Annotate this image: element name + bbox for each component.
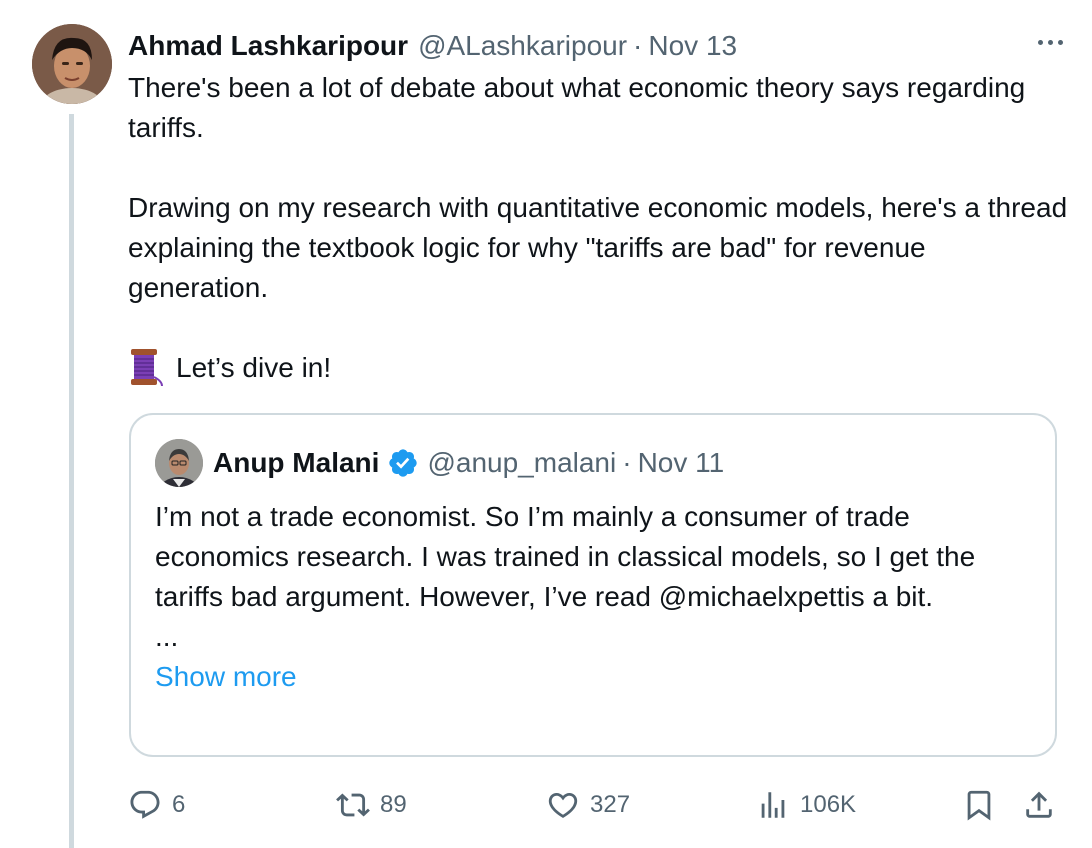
tweet-closing-line: Let’s dive in!: [128, 348, 1068, 388]
quoted-author-avatar[interactable]: [155, 439, 203, 487]
quoted-author-name[interactable]: Anup Malani: [213, 447, 379, 479]
quoted-tweet-body: I’m not a trade economist. So I’m mainly…: [155, 501, 976, 612]
views-button[interactable]: 106K: [756, 780, 856, 830]
quoted-tweet[interactable]: Anup Malani @anup_malani · Nov 11 I’m no…: [129, 413, 1057, 757]
repost-button[interactable]: 89: [336, 780, 407, 830]
like-count: 327: [590, 791, 631, 818]
like-button[interactable]: 327: [546, 780, 630, 830]
author-avatar[interactable]: [32, 24, 112, 104]
author-name[interactable]: Ahmad Lashkaripour: [128, 30, 408, 62]
share-icon: [1026, 791, 1052, 818]
tweet-paragraph: There's been a lot of debate about what …: [128, 72, 1026, 143]
thread-connector-line: [69, 114, 74, 848]
bookmark-button[interactable]: [962, 780, 996, 830]
quoted-tweet-ellipsis: ...: [155, 621, 179, 652]
author-handle[interactable]: @ALashkaripour: [418, 30, 627, 62]
reply-button[interactable]: 6: [128, 780, 185, 830]
closing-text: Let’s dive in!: [176, 352, 332, 383]
spool-of-thread-icon: [131, 349, 163, 387]
header-separator: ·: [633, 30, 643, 61]
tweet-date[interactable]: Nov 13: [648, 30, 737, 62]
tweet-text: There's been a lot of debate about what …: [128, 68, 1068, 388]
verified-badge-icon: [389, 449, 418, 477]
heart-icon: [548, 792, 578, 818]
quoted-tweet-header: Anup Malani @anup_malani · Nov 11: [213, 443, 724, 483]
repost-icon: [336, 793, 370, 817]
quoted-tweet-date[interactable]: Nov 11: [638, 447, 725, 479]
header-separator: ·: [622, 447, 632, 478]
quoted-tweet-text: I’m not a trade economist. So I’m mainly…: [155, 497, 1035, 697]
tweet-paragraph: Drawing on my research with quantitative…: [128, 192, 1068, 303]
view-count: 106K: [800, 791, 857, 818]
reply-count: 6: [172, 791, 186, 818]
tweet-actions: 6 89 327 106K: [128, 780, 1068, 830]
bookmark-icon: [967, 790, 991, 821]
views-chart-icon: [761, 792, 785, 818]
quoted-author-handle[interactable]: @anup_malani: [427, 447, 616, 479]
tweet-header: Ahmad Lashkaripour @ALashkaripour · Nov …: [128, 26, 1072, 66]
tweet[interactable]: Ahmad Lashkaripour @ALashkaripour · Nov …: [0, 0, 1092, 848]
share-button[interactable]: [1022, 780, 1056, 830]
repost-count: 89: [380, 791, 407, 818]
more-options-icon[interactable]: [1028, 22, 1072, 62]
reply-icon: [130, 790, 160, 819]
show-more-link[interactable]: Show more: [155, 657, 1035, 697]
